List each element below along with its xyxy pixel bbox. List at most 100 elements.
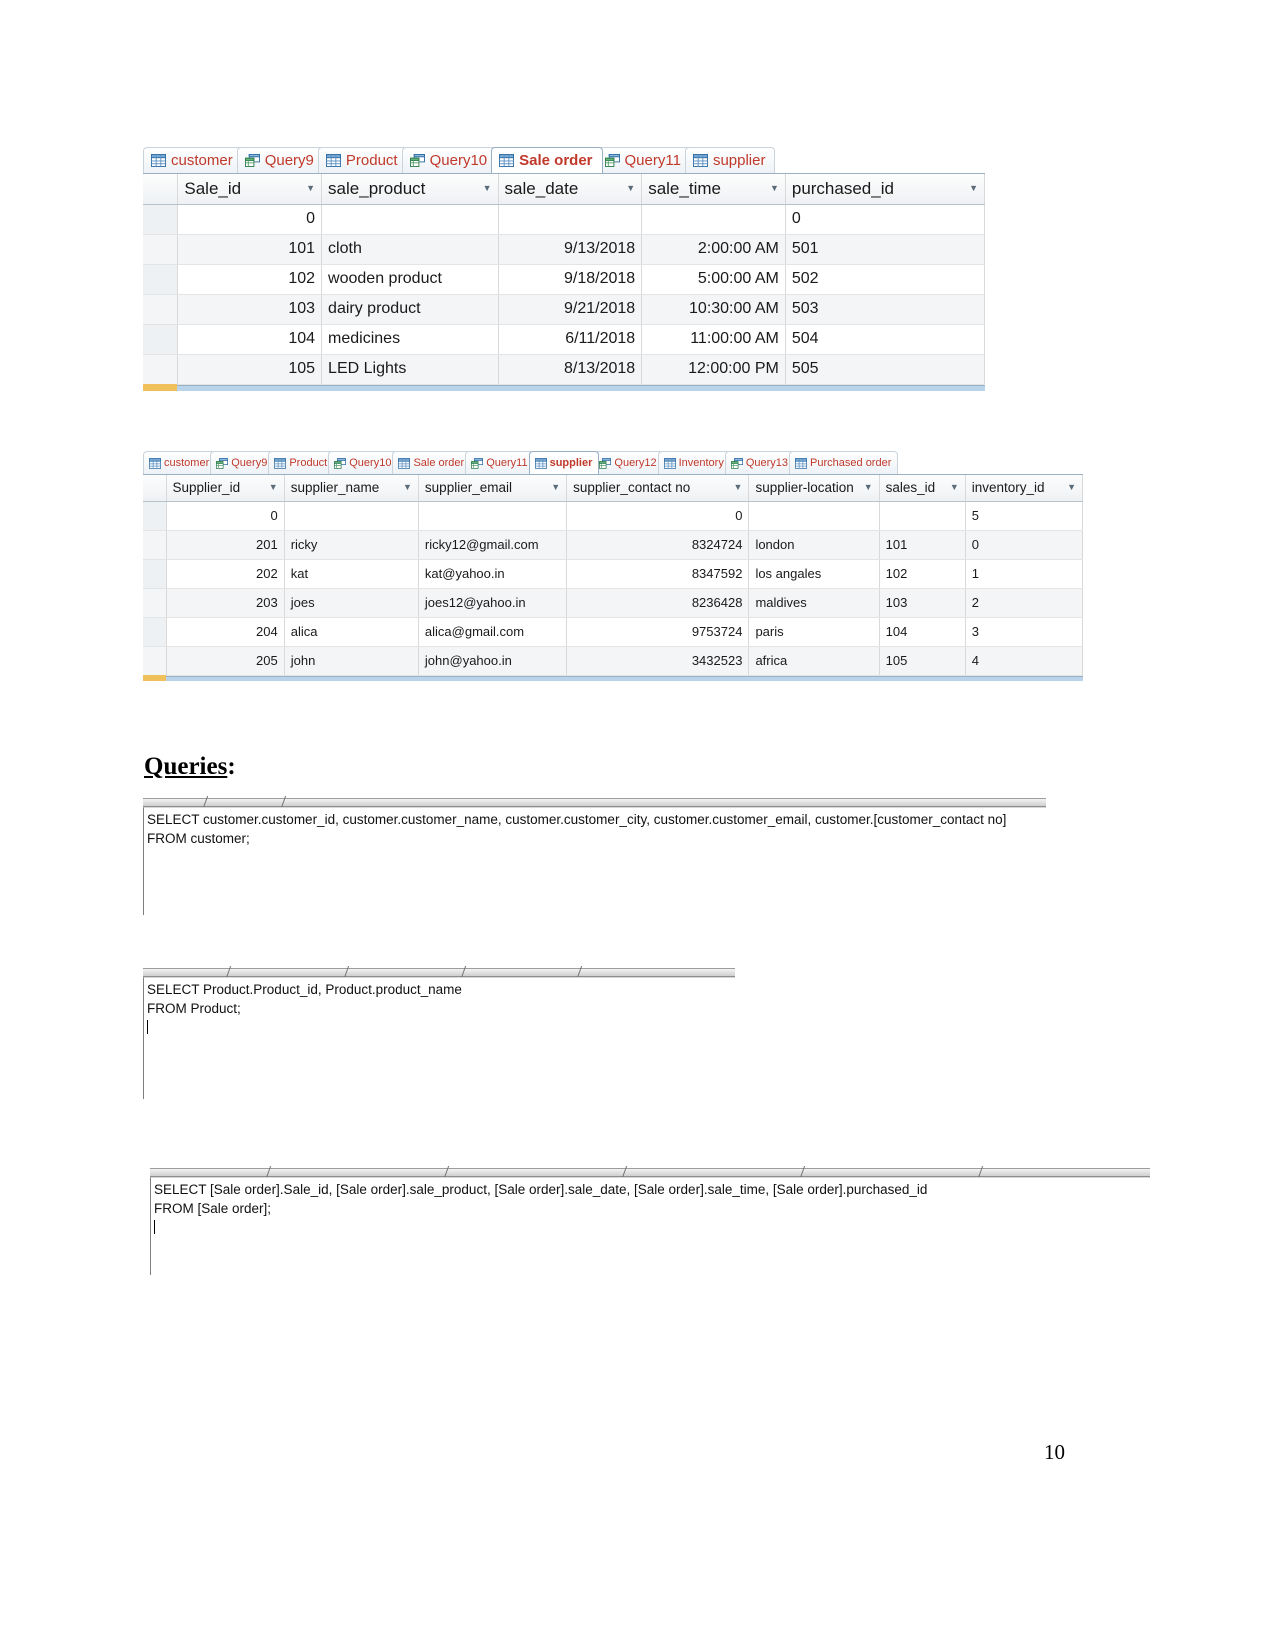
- cell-supplier-name[interactable]: joes: [284, 588, 419, 618]
- supplier-table-row[interactable]: 202 kat kat@yahoo.in 8347592 los angales 102 1: [143, 559, 1084, 589]
- sql-editor-pane[interactable]: SELECT Product.Product_id, Product.produ…: [143, 977, 735, 1099]
- supplier-col-header-inventory-id[interactable]: inventory_id ▼: [965, 475, 1084, 502]
- row-selector[interactable]: [143, 617, 167, 647]
- cell-sales-id[interactable]: [879, 501, 966, 531]
- chevron-down-icon[interactable]: ▼: [969, 184, 978, 193]
- sale-order-table-row[interactable]: 104 medicines 6/11/2018 11:00:00 AM 504: [143, 324, 986, 355]
- cell-sale-date[interactable]: 9/13/2018: [498, 234, 643, 265]
- row-selector[interactable]: [143, 204, 179, 235]
- cell-sale-product[interactable]: LED Lights: [321, 354, 499, 385]
- supplier-table-row[interactable]: 205 john john@yahoo.in 3432523 africa 105 4: [143, 646, 1084, 676]
- sale-order-col-header-sale-product[interactable]: sale_product ▼: [321, 174, 499, 205]
- cell-supplier-name[interactable]: kat: [284, 559, 419, 589]
- cell-sale-id[interactable]: 105: [177, 354, 323, 385]
- sale-order-tab-query9[interactable]: Query9: [236, 147, 324, 173]
- cell-supplier-email[interactable]: alica@gmail.com: [418, 617, 568, 647]
- chevron-down-icon[interactable]: ▼: [1067, 483, 1076, 492]
- supplier-tab-customer[interactable]: customer: [143, 451, 217, 474]
- row-selector[interactable]: [143, 559, 167, 589]
- cell-sales-id[interactable]: 105: [879, 646, 966, 676]
- supplier-col-header-supplier-location[interactable]: supplier-location ▼: [748, 475, 880, 502]
- cell-sale-time[interactable]: 12:00:00 PM: [641, 354, 786, 385]
- cell-sale-product[interactable]: medicines: [321, 324, 499, 355]
- chevron-down-icon[interactable]: ▼: [734, 483, 743, 492]
- supplier-col-header-sales-id[interactable]: sales_id ▼: [879, 475, 966, 502]
- cell-supplier-location[interactable]: paris: [748, 617, 880, 647]
- chevron-down-icon[interactable]: ▼: [551, 483, 560, 492]
- chevron-down-icon[interactable]: ▼: [770, 184, 779, 193]
- supplier-table-row[interactable]: 0 0 5: [143, 501, 1084, 531]
- cell-purchased-id[interactable]: 503: [785, 294, 986, 325]
- sale-order-table-row[interactable]: 102 wooden product 9/18/2018 5:00:00 AM 502: [143, 264, 986, 295]
- cell-purchased-id[interactable]: 0: [785, 204, 986, 235]
- cell-supplier-name[interactable]: ricky: [284, 530, 419, 560]
- cell-sales-id[interactable]: 103: [879, 588, 966, 618]
- cell-supplier-contact-no[interactable]: 8347592: [566, 559, 750, 589]
- cell-sale-date[interactable]: [498, 204, 643, 235]
- cell-inventory-id[interactable]: 1: [965, 559, 1084, 589]
- supplier-tab-query10[interactable]: Query10: [328, 451, 399, 474]
- sale-order-select-all-corner[interactable]: [143, 174, 179, 205]
- cell-sale-id[interactable]: 104: [177, 324, 323, 355]
- sale-order-tab-query11[interactable]: Query11: [596, 147, 691, 173]
- cell-inventory-id[interactable]: 0: [965, 530, 1084, 560]
- supplier-select-all-corner[interactable]: [143, 475, 167, 502]
- row-selector[interactable]: [143, 501, 167, 531]
- supplier-tab-inventory[interactable]: Inventory: [657, 451, 731, 474]
- cell-sales-id[interactable]: 101: [879, 530, 966, 560]
- chevron-down-icon[interactable]: ▼: [950, 483, 959, 492]
- cell-supplier-location[interactable]: los angales: [748, 559, 880, 589]
- sale-order-col-header-sale-time[interactable]: sale_time ▼: [641, 174, 786, 205]
- chevron-down-icon[interactable]: ▼: [403, 483, 412, 492]
- cell-supplier-email[interactable]: joes12@yahoo.in: [418, 588, 568, 618]
- cell-supplier-contact-no[interactable]: 8236428: [566, 588, 750, 618]
- chevron-down-icon[interactable]: ▼: [269, 483, 278, 492]
- cell-supplier-location[interactable]: africa: [748, 646, 880, 676]
- cell-sale-product[interactable]: wooden product: [321, 264, 499, 295]
- supplier-col-header-supplier-email[interactable]: supplier_email ▼: [418, 475, 568, 502]
- supplier-col-header-supplier-name[interactable]: supplier_name ▼: [284, 475, 419, 502]
- row-selector[interactable]: [143, 234, 179, 265]
- cell-sale-date[interactable]: 9/21/2018: [498, 294, 643, 325]
- cell-sale-product[interactable]: dairy product: [321, 294, 499, 325]
- supplier-tab-query9[interactable]: Query9: [210, 451, 275, 474]
- chevron-down-icon[interactable]: ▼: [306, 184, 315, 193]
- cell-supplier-contact-no[interactable]: 3432523: [566, 646, 750, 676]
- cell-supplier-location[interactable]: maldives: [748, 588, 880, 618]
- cell-supplier-contact-no[interactable]: 0: [566, 501, 750, 531]
- supplier-col-header-supplier-contact-no[interactable]: supplier_contact no ▼: [566, 475, 750, 502]
- chevron-down-icon[interactable]: ▼: [483, 184, 492, 193]
- cell-supplier-email[interactable]: john@yahoo.in: [418, 646, 568, 676]
- supplier-tab-query11[interactable]: Query11: [465, 451, 535, 474]
- cell-sale-id[interactable]: 103: [177, 294, 323, 325]
- supplier-table-row[interactable]: 203 joes joes12@yahoo.in 8236428 maldives 103…: [143, 588, 1084, 618]
- cell-supplier-id[interactable]: 202: [166, 559, 285, 589]
- supplier-tab-query12[interactable]: Query12: [593, 451, 664, 474]
- sale-order-col-header-sale-id[interactable]: Sale_id ▼: [177, 174, 323, 205]
- cell-supplier-id[interactable]: 203: [166, 588, 285, 618]
- row-selector[interactable]: [143, 646, 167, 676]
- cell-supplier-email[interactable]: ricky12@gmail.com: [418, 530, 568, 560]
- cell-supplier-contact-no[interactable]: 8324724: [566, 530, 750, 560]
- row-selector[interactable]: [143, 354, 179, 385]
- chevron-down-icon[interactable]: ▼: [864, 483, 873, 492]
- supplier-tab-sale-order[interactable]: Sale order: [392, 451, 472, 474]
- sale-order-table-row[interactable]: 101 cloth 9/13/2018 2:00:00 AM 501: [143, 234, 986, 265]
- cell-supplier-name[interactable]: john: [284, 646, 419, 676]
- cell-supplier-location[interactable]: london: [748, 530, 880, 560]
- supplier-tab-product[interactable]: Product: [268, 451, 335, 474]
- cell-sale-time[interactable]: 5:00:00 AM: [641, 264, 786, 295]
- supplier-tabstrip[interactable]: customer Query9 Product Query10 Sale order Qu…: [143, 450, 1083, 475]
- cell-supplier-id[interactable]: 204: [166, 617, 285, 647]
- cell-supplier-email[interactable]: kat@yahoo.in: [418, 559, 568, 589]
- cell-sale-product[interactable]: cloth: [321, 234, 499, 265]
- sale-order-table-row[interactable]: 103 dairy product 9/21/2018 10:30:00 AM 503: [143, 294, 986, 325]
- cell-sale-id[interactable]: 0: [177, 204, 323, 235]
- cell-sale-time[interactable]: 2:00:00 AM: [641, 234, 786, 265]
- cell-sale-id[interactable]: 102: [177, 264, 323, 295]
- supplier-table-row[interactable]: 201 ricky ricky12@gmail.com 8324724 london 10…: [143, 530, 1084, 560]
- cell-sale-date[interactable]: 9/18/2018: [498, 264, 643, 295]
- cell-sale-time[interactable]: 11:00:00 AM: [641, 324, 786, 355]
- cell-purchased-id[interactable]: 502: [785, 264, 986, 295]
- cell-supplier-name[interactable]: alica: [284, 617, 419, 647]
